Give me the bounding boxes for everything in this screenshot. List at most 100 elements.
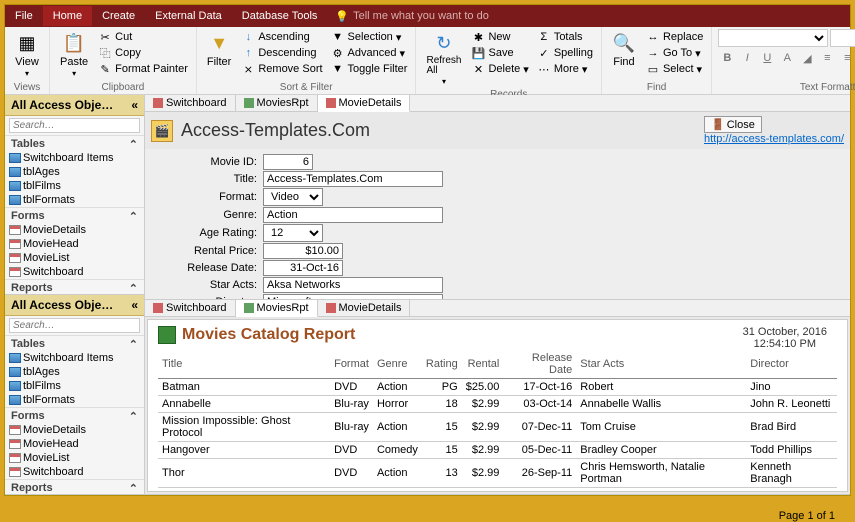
input-genre[interactable]	[263, 207, 443, 223]
input-release[interactable]	[263, 260, 343, 276]
nav-item-switchboard-items[interactable]: Switchboard Items	[5, 151, 144, 165]
ascending-button[interactable]: ↓Ascending	[239, 29, 324, 45]
delete-button[interactable]: ✕Delete ▾	[469, 61, 530, 77]
chevron-left-icon[interactable]: «	[131, 298, 138, 312]
input-price[interactable]	[263, 243, 343, 259]
fill-color-button[interactable]: ◢	[798, 49, 816, 67]
cut-button[interactable]: ✂Cut	[96, 29, 190, 45]
close-button[interactable]: 🚪Close	[704, 116, 762, 133]
nav-item-moviehead[interactable]: MovieHead	[5, 437, 144, 451]
cut-label: Cut	[115, 31, 132, 43]
cell: 05-Dec-11	[503, 441, 576, 458]
nav-item-movielist[interactable]: MovieList	[5, 251, 144, 265]
goto-button[interactable]: →Go To ▾	[644, 45, 705, 61]
tab-external-data[interactable]: External Data	[145, 6, 232, 26]
nav-item-tblfilms[interactable]: tblFilms	[5, 179, 144, 193]
nav-header[interactable]: All Access Obje…«	[5, 295, 144, 316]
italic-button[interactable]: I	[738, 49, 756, 67]
descending-button[interactable]: ↑Descending	[239, 45, 324, 61]
doc-tab-switchboard[interactable]: Switchboard	[145, 95, 236, 111]
underline-button[interactable]: U	[758, 49, 776, 67]
align-left-button[interactable]: ≡	[818, 49, 836, 67]
view-button[interactable]: ▦View▾	[11, 29, 43, 80]
tab-home[interactable]: Home	[43, 6, 92, 26]
tab-create[interactable]: Create	[92, 6, 145, 26]
nav-item-tblages[interactable]: tblAges	[5, 165, 144, 179]
cell: Action	[373, 458, 422, 487]
doc-tab-moviedetails[interactable]: MovieDetails	[318, 95, 411, 112]
format-painter-button[interactable]: ✎Format Painter	[96, 61, 190, 77]
nav-section-reports[interactable]: Reports⌃	[5, 279, 144, 295]
nav-item-switchboard-form[interactable]: Switchboard	[5, 465, 144, 479]
nav-item-switchboard-form[interactable]: Switchboard	[5, 265, 144, 279]
select-age[interactable]: 12	[263, 224, 323, 242]
nav-section-forms[interactable]: Forms⌃	[5, 407, 144, 423]
table-row[interactable]: ThorDVDAction13$2.9926-Sep-11Chris Hemsw…	[158, 458, 837, 487]
refresh-button[interactable]: ↻Refresh All▾	[422, 29, 465, 88]
nav-search-input[interactable]	[9, 318, 140, 333]
tell-me[interactable]: 💡 Tell me what you want to do	[327, 10, 488, 23]
nav-item-movielist[interactable]: MovieList	[5, 451, 144, 465]
select-button[interactable]: ▭Select ▾	[644, 61, 705, 77]
cell: $25.00	[462, 378, 504, 395]
doc-tab-switchboard[interactable]: Switchboard	[145, 300, 236, 316]
nav-item-moviedetails[interactable]: MovieDetails	[5, 223, 144, 237]
select-format[interactable]: Video	[263, 188, 323, 206]
table-row[interactable]: Mission Impossible: Ghost ProtocolBlu-ra…	[158, 412, 837, 441]
input-title[interactable]	[263, 171, 443, 187]
chevron-left-icon[interactable]: «	[131, 98, 138, 112]
nav-section-forms[interactable]: Forms⌃	[5, 207, 144, 223]
nav-section-reports[interactable]: Reports⌃	[5, 479, 144, 495]
nav-item-moviehead[interactable]: MovieHead	[5, 237, 144, 251]
remove-sort-button[interactable]: ⨯Remove Sort	[239, 61, 324, 77]
nav-section-tables[interactable]: Tables⌃	[5, 135, 144, 151]
form-icon	[9, 253, 21, 263]
copy-button[interactable]: ⿻Copy	[96, 45, 190, 61]
size-select[interactable]	[830, 29, 855, 47]
nav-header[interactable]: All Access Obje…«	[5, 95, 144, 116]
paste-label: Paste	[60, 56, 88, 68]
advanced-button[interactable]: ⚙Advanced ▾	[329, 45, 410, 61]
doc-tab-moviesrpt[interactable]: MoviesRpt	[236, 95, 318, 111]
goto-icon: →	[646, 46, 660, 60]
save-button[interactable]: 💾Save	[469, 45, 530, 61]
nav-item-moviedetails[interactable]: MovieDetails	[5, 423, 144, 437]
replace-button[interactable]: ↔Replace	[644, 29, 705, 45]
nav-item-tblformats[interactable]: tblFormats	[5, 393, 144, 407]
nav-item-tblformats[interactable]: tblFormats	[5, 193, 144, 207]
nav-item-tblages[interactable]: tblAges	[5, 365, 144, 379]
filter-button[interactable]: ▼Filter	[203, 29, 235, 70]
group-clipboard-label: Clipboard	[56, 81, 190, 94]
paste-button[interactable]: 📋Paste▾	[56, 29, 92, 80]
font-color-button[interactable]: A	[778, 49, 796, 67]
doc-tab-moviedetails[interactable]: MovieDetails	[318, 300, 411, 316]
new-button[interactable]: ✱New	[469, 29, 530, 45]
table-row[interactable]: BatmanDVDActionPG$25.0017-Oct-16RobertJi…	[158, 378, 837, 395]
advanced-icon: ⚙	[331, 46, 345, 60]
input-director[interactable]	[263, 294, 443, 299]
table-row[interactable]: AnnabelleBlu-rayHorror18$2.9903-Oct-14An…	[158, 395, 837, 412]
bold-button[interactable]: B	[718, 49, 736, 67]
cell: $2.99	[462, 412, 504, 441]
nav-search-input[interactable]	[9, 118, 140, 133]
input-stars[interactable]	[263, 277, 443, 293]
font-select[interactable]	[718, 29, 828, 47]
table-row[interactable]: HangoverDVDComedy15$2.9905-Dec-11Bradley…	[158, 441, 837, 458]
nav-item-switchboard-items[interactable]: Switchboard Items	[5, 351, 144, 365]
toggle-filter-button[interactable]: ▼Toggle Filter	[329, 61, 410, 77]
spelling-button[interactable]: ✓Spelling	[535, 45, 595, 61]
form-link[interactable]: http://access-templates.com/	[704, 133, 844, 145]
input-movie-id[interactable]	[263, 154, 313, 170]
align-center-button[interactable]: ≡	[838, 49, 855, 67]
more-button[interactable]: ⋯More ▾	[535, 61, 595, 77]
tab-file[interactable]: File	[5, 6, 43, 26]
nav-section-tables[interactable]: Tables⌃	[5, 335, 144, 351]
selection-button[interactable]: ▼Selection ▾	[329, 29, 410, 45]
nav-item-tblfilms[interactable]: tblFilms	[5, 379, 144, 393]
tab-database-tools[interactable]: Database Tools	[232, 6, 328, 26]
doc-tab-moviesrpt[interactable]: MoviesRpt	[236, 300, 318, 317]
find-button[interactable]: 🔍Find	[608, 29, 640, 70]
totals-button[interactable]: ΣTotals	[535, 29, 595, 45]
delete-icon: ✕	[471, 62, 485, 76]
filter-icon: ▼	[207, 31, 231, 55]
